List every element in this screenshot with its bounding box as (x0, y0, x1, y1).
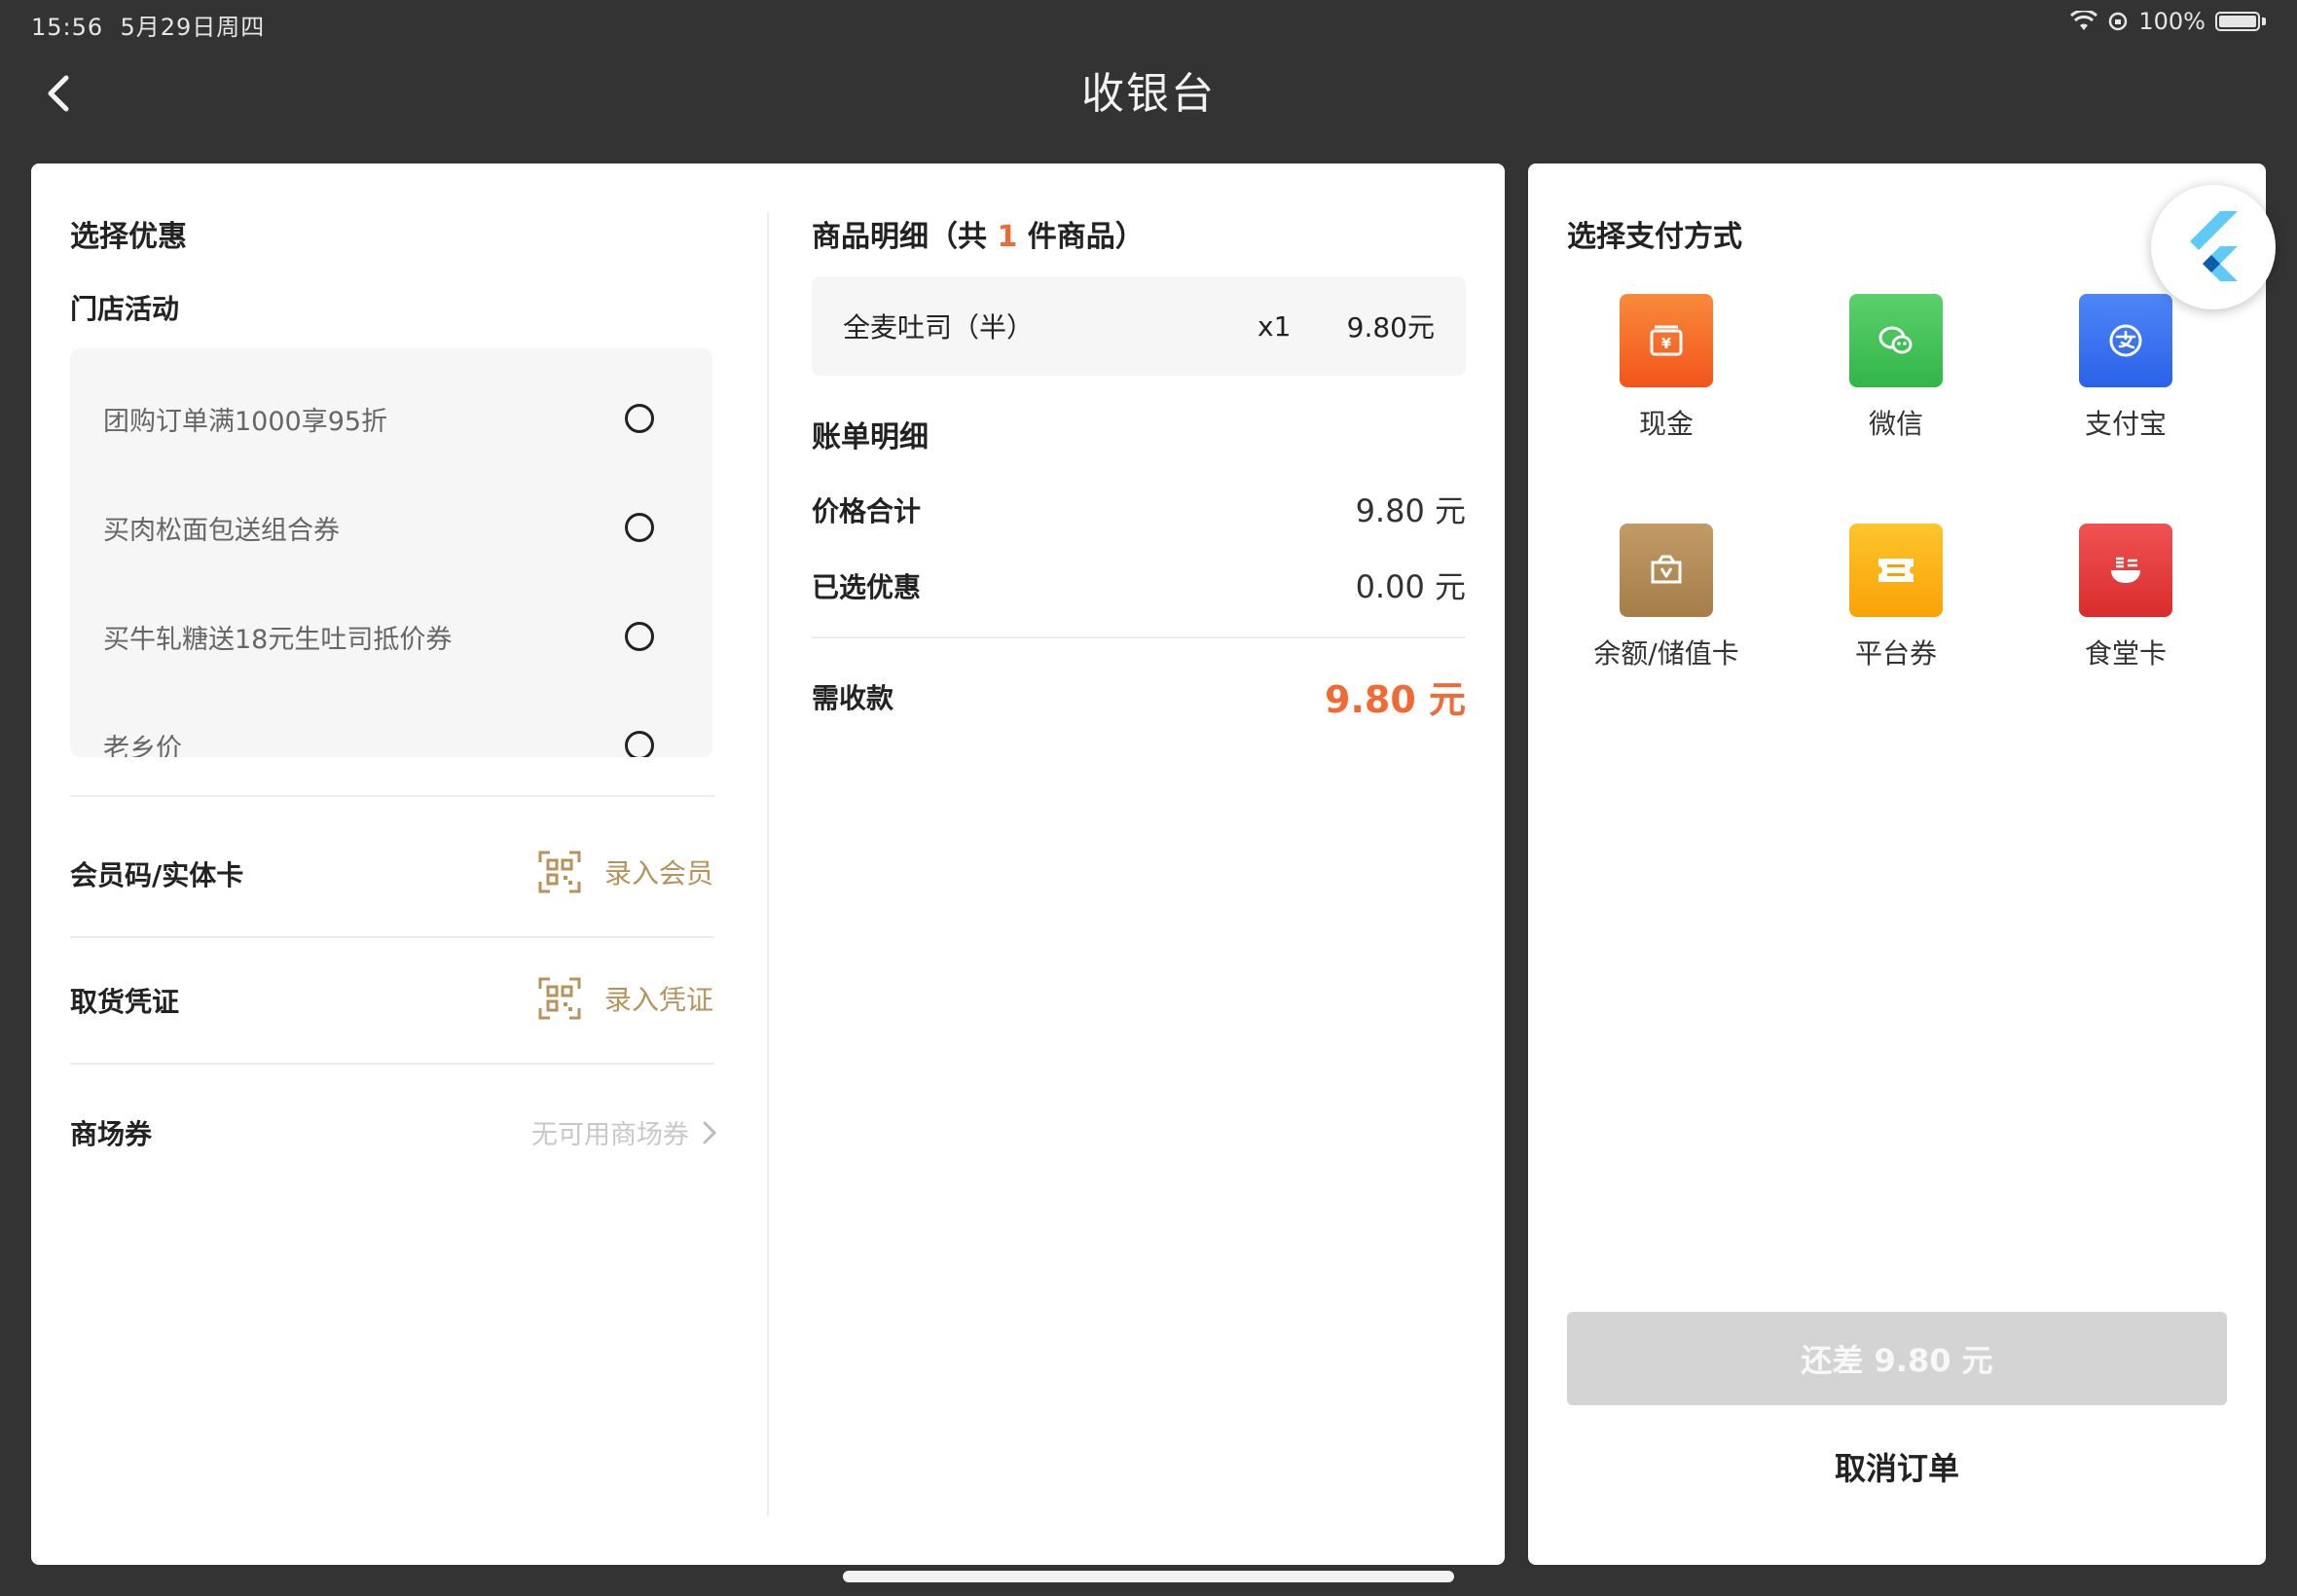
battery-tip (2262, 18, 2266, 25)
wechat-glyph (1878, 326, 1913, 354)
pay-method-canteen-card[interactable]: 食堂卡 (2028, 524, 2223, 671)
radio-button[interactable] (625, 513, 654, 542)
cash-glyph: ¥ (1650, 325, 1683, 356)
orientation-lock-icon (2109, 12, 2128, 31)
divider (70, 936, 714, 938)
pay-method-label: 现金 (1638, 408, 1694, 440)
status-bar-time: 15:56 5月29日周四 (31, 8, 265, 42)
canteen-card-glyph (2111, 557, 2140, 583)
flutter-debug-badge[interactable] (2151, 185, 2276, 309)
member-label: 会员码/实体卡 (70, 859, 244, 891)
discount-section-title: 选择优惠 (70, 220, 187, 254)
home-indicator[interactable] (843, 1571, 1454, 1582)
mall-coupon-selector[interactable]: 无可用商场券 (531, 1113, 716, 1151)
goods-title-prefix: 商品明细（共 (812, 220, 998, 254)
pay-method-label: 余额/储值卡 (1593, 637, 1739, 670)
chevron-right-icon (703, 1121, 716, 1143)
goods-qty: x1 (1258, 309, 1292, 343)
stored-value-card-icon (1620, 524, 1713, 617)
flutter-logo-icon (2190, 211, 2238, 281)
pay-method-label: 支付宝 (2084, 408, 2167, 440)
mall-coupon-label: 商场券 (70, 1118, 153, 1150)
pay-method-cash[interactable]: ¥ 现金 (1569, 294, 1764, 442)
list-item[interactable]: 团购订单满1000享95折 (103, 389, 654, 448)
enter-voucher-button[interactable]: 录入凭证 (538, 977, 713, 1020)
mall-coupon-value: 无可用商场券 (531, 1120, 689, 1150)
store-activity-list[interactable]: 团购订单满1000享95折 买肉松面包送组合券 买牛轧糖送18元生吐司抵价券 老… (70, 348, 712, 757)
pay-method-platform-coupon[interactable]: 平台券 (1799, 524, 1993, 671)
selected-discount-value: 0.00 元 (1355, 568, 1466, 605)
wechat-icon (1849, 294, 1943, 387)
alipay-glyph (2109, 324, 2142, 357)
status-time: 15:56 (31, 14, 104, 41)
cash-icon: ¥ (1620, 294, 1713, 387)
divider (70, 795, 714, 797)
pay-method-label: 食堂卡 (2084, 637, 2167, 670)
wifi-icon (2070, 11, 2098, 30)
voucher-label: 取货凭证 (70, 986, 180, 1018)
pay-method-alipay[interactable]: 支付宝 (2028, 294, 2223, 442)
enter-voucher-label: 录入凭证 (603, 984, 713, 1016)
panel-divider (767, 212, 769, 1516)
radio-button[interactable] (625, 731, 654, 757)
enter-member-label: 录入会员 (603, 857, 713, 889)
pay-method-label: 平台券 (1854, 637, 1937, 670)
amount-due-value: 9.80 元 (1325, 678, 1466, 721)
radio-button[interactable] (625, 622, 654, 651)
scan-qr-icon (538, 851, 581, 893)
page-title: 收银台 (1081, 69, 1216, 119)
alipay-icon (2079, 294, 2172, 387)
goods-price: 9.80元 (1346, 311, 1435, 344)
pay-method-label: 微信 (1868, 408, 1923, 440)
goods-title-suffix: 件商品） (1017, 220, 1145, 254)
cancel-order-button[interactable]: 取消订单 (1567, 1444, 2227, 1499)
stored-value-glyph (1651, 555, 1682, 584)
battery-icon (2215, 12, 2260, 31)
total-label: 价格合计 (812, 495, 922, 527)
activity-label: 老乡价 (103, 733, 182, 758)
status-bar-right: 100% (2070, 8, 2266, 35)
svg-text:¥: ¥ (1661, 335, 1672, 352)
remaining-amount-button[interactable]: 还差 9.80 元 (1567, 1312, 2227, 1405)
goods-name: 全麦吐司（半） (843, 311, 1035, 344)
goods-row: 全麦吐司（半） x1 9.80元 (812, 276, 1466, 376)
divider (812, 636, 1466, 638)
list-item[interactable]: 买肉松面包送组合券 (103, 498, 654, 557)
store-activity-title: 门店活动 (70, 293, 180, 325)
enter-member-button[interactable]: 录入会员 (538, 851, 713, 893)
status-date: 5月29日周四 (120, 14, 266, 41)
radio-button[interactable] (625, 404, 654, 433)
payment-section-title: 选择支付方式 (1567, 220, 1742, 254)
pay-method-wechat[interactable]: 微信 (1799, 294, 1993, 442)
selected-discount-label: 已选优惠 (812, 571, 922, 603)
divider (70, 1063, 714, 1065)
battery-percent: 100% (2138, 8, 2206, 35)
activity-label: 买肉松面包送组合券 (103, 515, 340, 546)
bill-section-title: 账单明细 (812, 420, 929, 454)
total-value: 9.80 元 (1355, 492, 1466, 529)
goods-section-title: 商品明细（共 1 件商品） (812, 212, 1145, 255)
activity-label: 买牛轧糖送18元生吐司抵价券 (103, 624, 453, 655)
list-item[interactable]: 老乡价 (103, 716, 654, 757)
amount-due-label: 需收款 (812, 682, 894, 714)
goods-count: 1 (997, 220, 1018, 254)
canteen-card-icon (2079, 524, 2172, 617)
activity-label: 团购订单满1000享95折 (103, 406, 388, 437)
platform-coupon-glyph (1878, 559, 1914, 582)
platform-coupon-icon (1849, 524, 1943, 617)
scan-qr-icon (538, 977, 581, 1020)
pay-method-stored-value-card[interactable]: 余额/储值卡 (1569, 524, 1764, 671)
list-item[interactable]: 买牛轧糖送18元生吐司抵价券 (103, 607, 654, 666)
